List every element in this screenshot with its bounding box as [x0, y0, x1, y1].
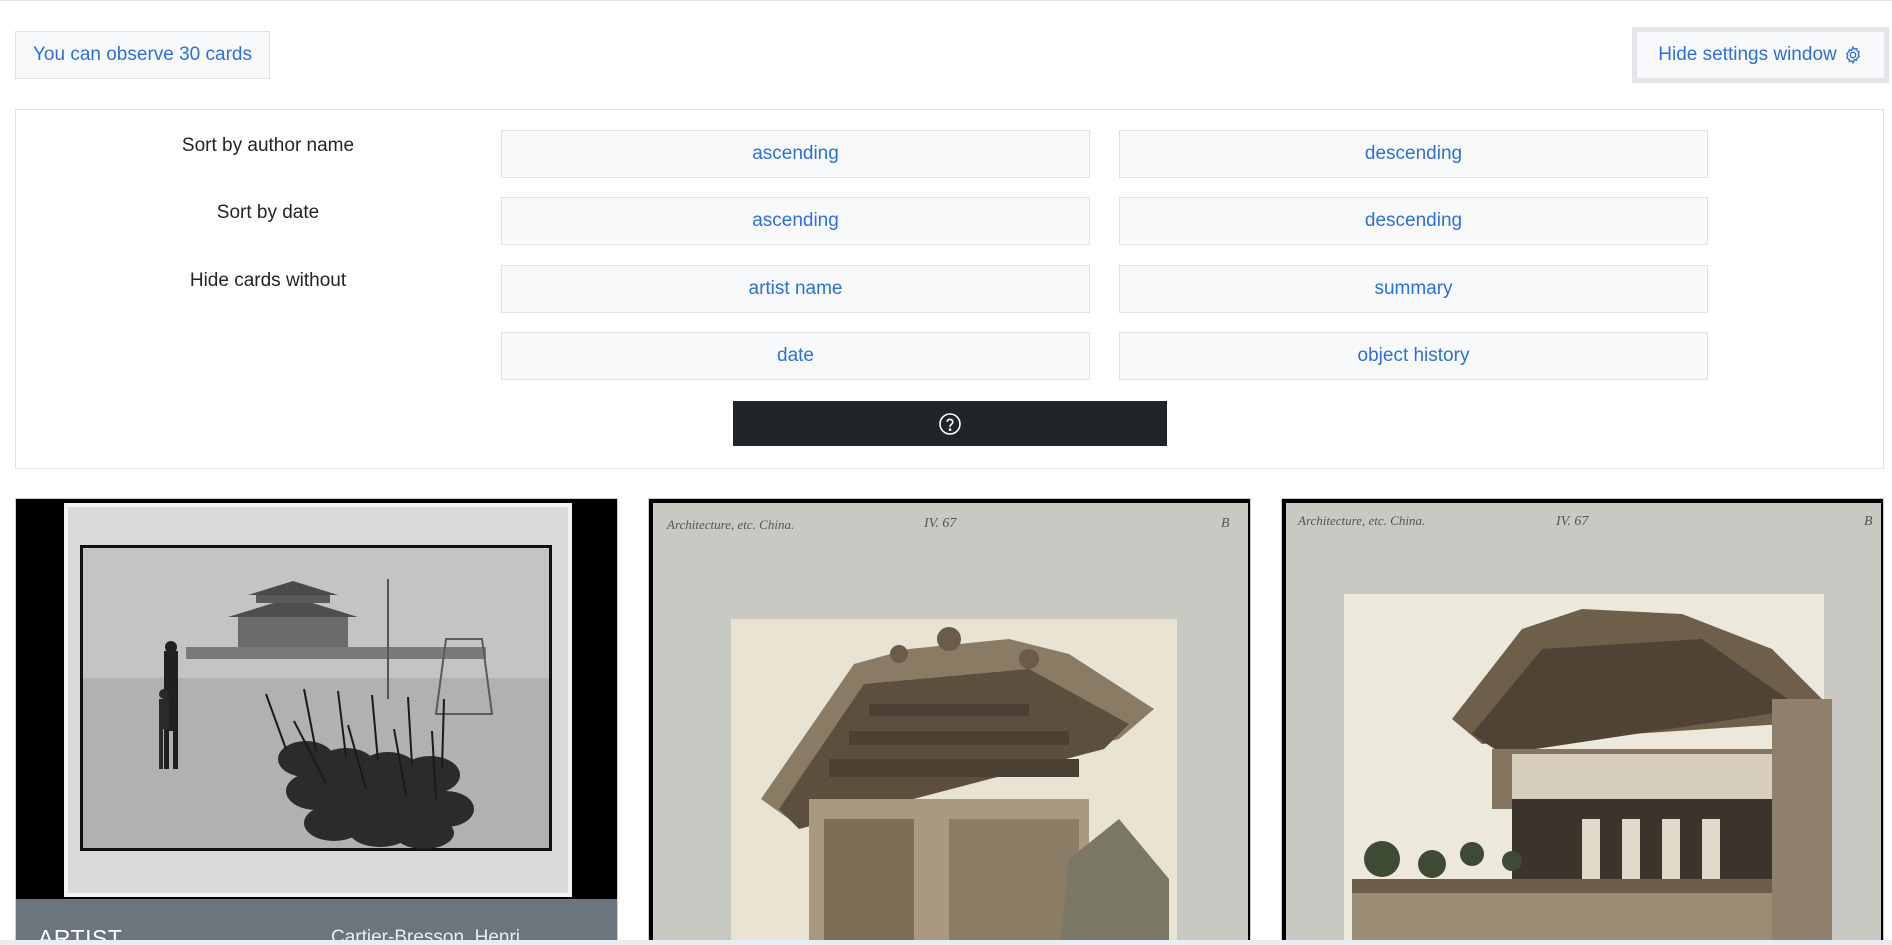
gear-icon [1845, 45, 1860, 65]
sort-author-ascending-button[interactable]: ascending [501, 130, 1090, 178]
hide-without-summary-button[interactable]: summary [1119, 265, 1708, 313]
card-photo [16, 499, 617, 899]
hide-without-artist-name-button[interactable]: artist name [501, 265, 1090, 313]
bottom-scroll-strip [0, 940, 1892, 945]
artwork-card[interactable]: ARTIST Cartier-Bresson, Henri [15, 498, 618, 945]
card-count-badge: You can observe 30 cards [15, 31, 270, 79]
sort-author-descending-button[interactable]: descending [1119, 130, 1708, 178]
card-info-footer: ARTIST Cartier-Bresson, Henri [16, 899, 617, 945]
catalog-inscription-left: Architecture, etc. China. [666, 517, 794, 532]
hide-without-date-button[interactable]: date [501, 332, 1090, 380]
artwork-card[interactable]: Architecture, etc. China. IV. 67 B [1281, 498, 1884, 945]
sort-date-ascending-button[interactable]: ascending [501, 197, 1090, 245]
card-photo: Architecture, etc. China. IV. 67 B [649, 499, 1250, 945]
catalog-inscription-mark: B [1864, 514, 1873, 529]
question-circle-icon [939, 412, 961, 435]
catalog-inscription-number: IV. 67 [923, 516, 957, 531]
card-photo: Architecture, etc. China. IV. 67 B [1282, 499, 1883, 945]
catalog-inscription-number: IV. 67 [1555, 514, 1589, 529]
sort-date-descending-button[interactable]: descending [1119, 197, 1708, 245]
catalog-inscription-left: Architecture, etc. China. [1297, 513, 1425, 528]
hide-cards-label: Hide cards without [189, 270, 347, 291]
sort-author-label: Sort by author name [181, 135, 355, 156]
sort-date-label: Sort by date [216, 202, 320, 223]
hide-settings-button[interactable]: Hide settings window [1632, 27, 1889, 83]
help-button[interactable] [733, 401, 1167, 446]
top-divider [0, 0, 1892, 1]
catalog-inscription-mark: B [1221, 516, 1230, 531]
hide-settings-label: Hide settings window [1658, 44, 1837, 65]
hide-without-object-history-button[interactable]: object history [1119, 332, 1708, 380]
artwork-card[interactable]: Architecture, etc. China. IV. 67 B [648, 498, 1251, 945]
card-count-text: You can observe 30 cards [32, 44, 252, 65]
settings-panel: Sort by author name ascending descending… [15, 109, 1884, 469]
